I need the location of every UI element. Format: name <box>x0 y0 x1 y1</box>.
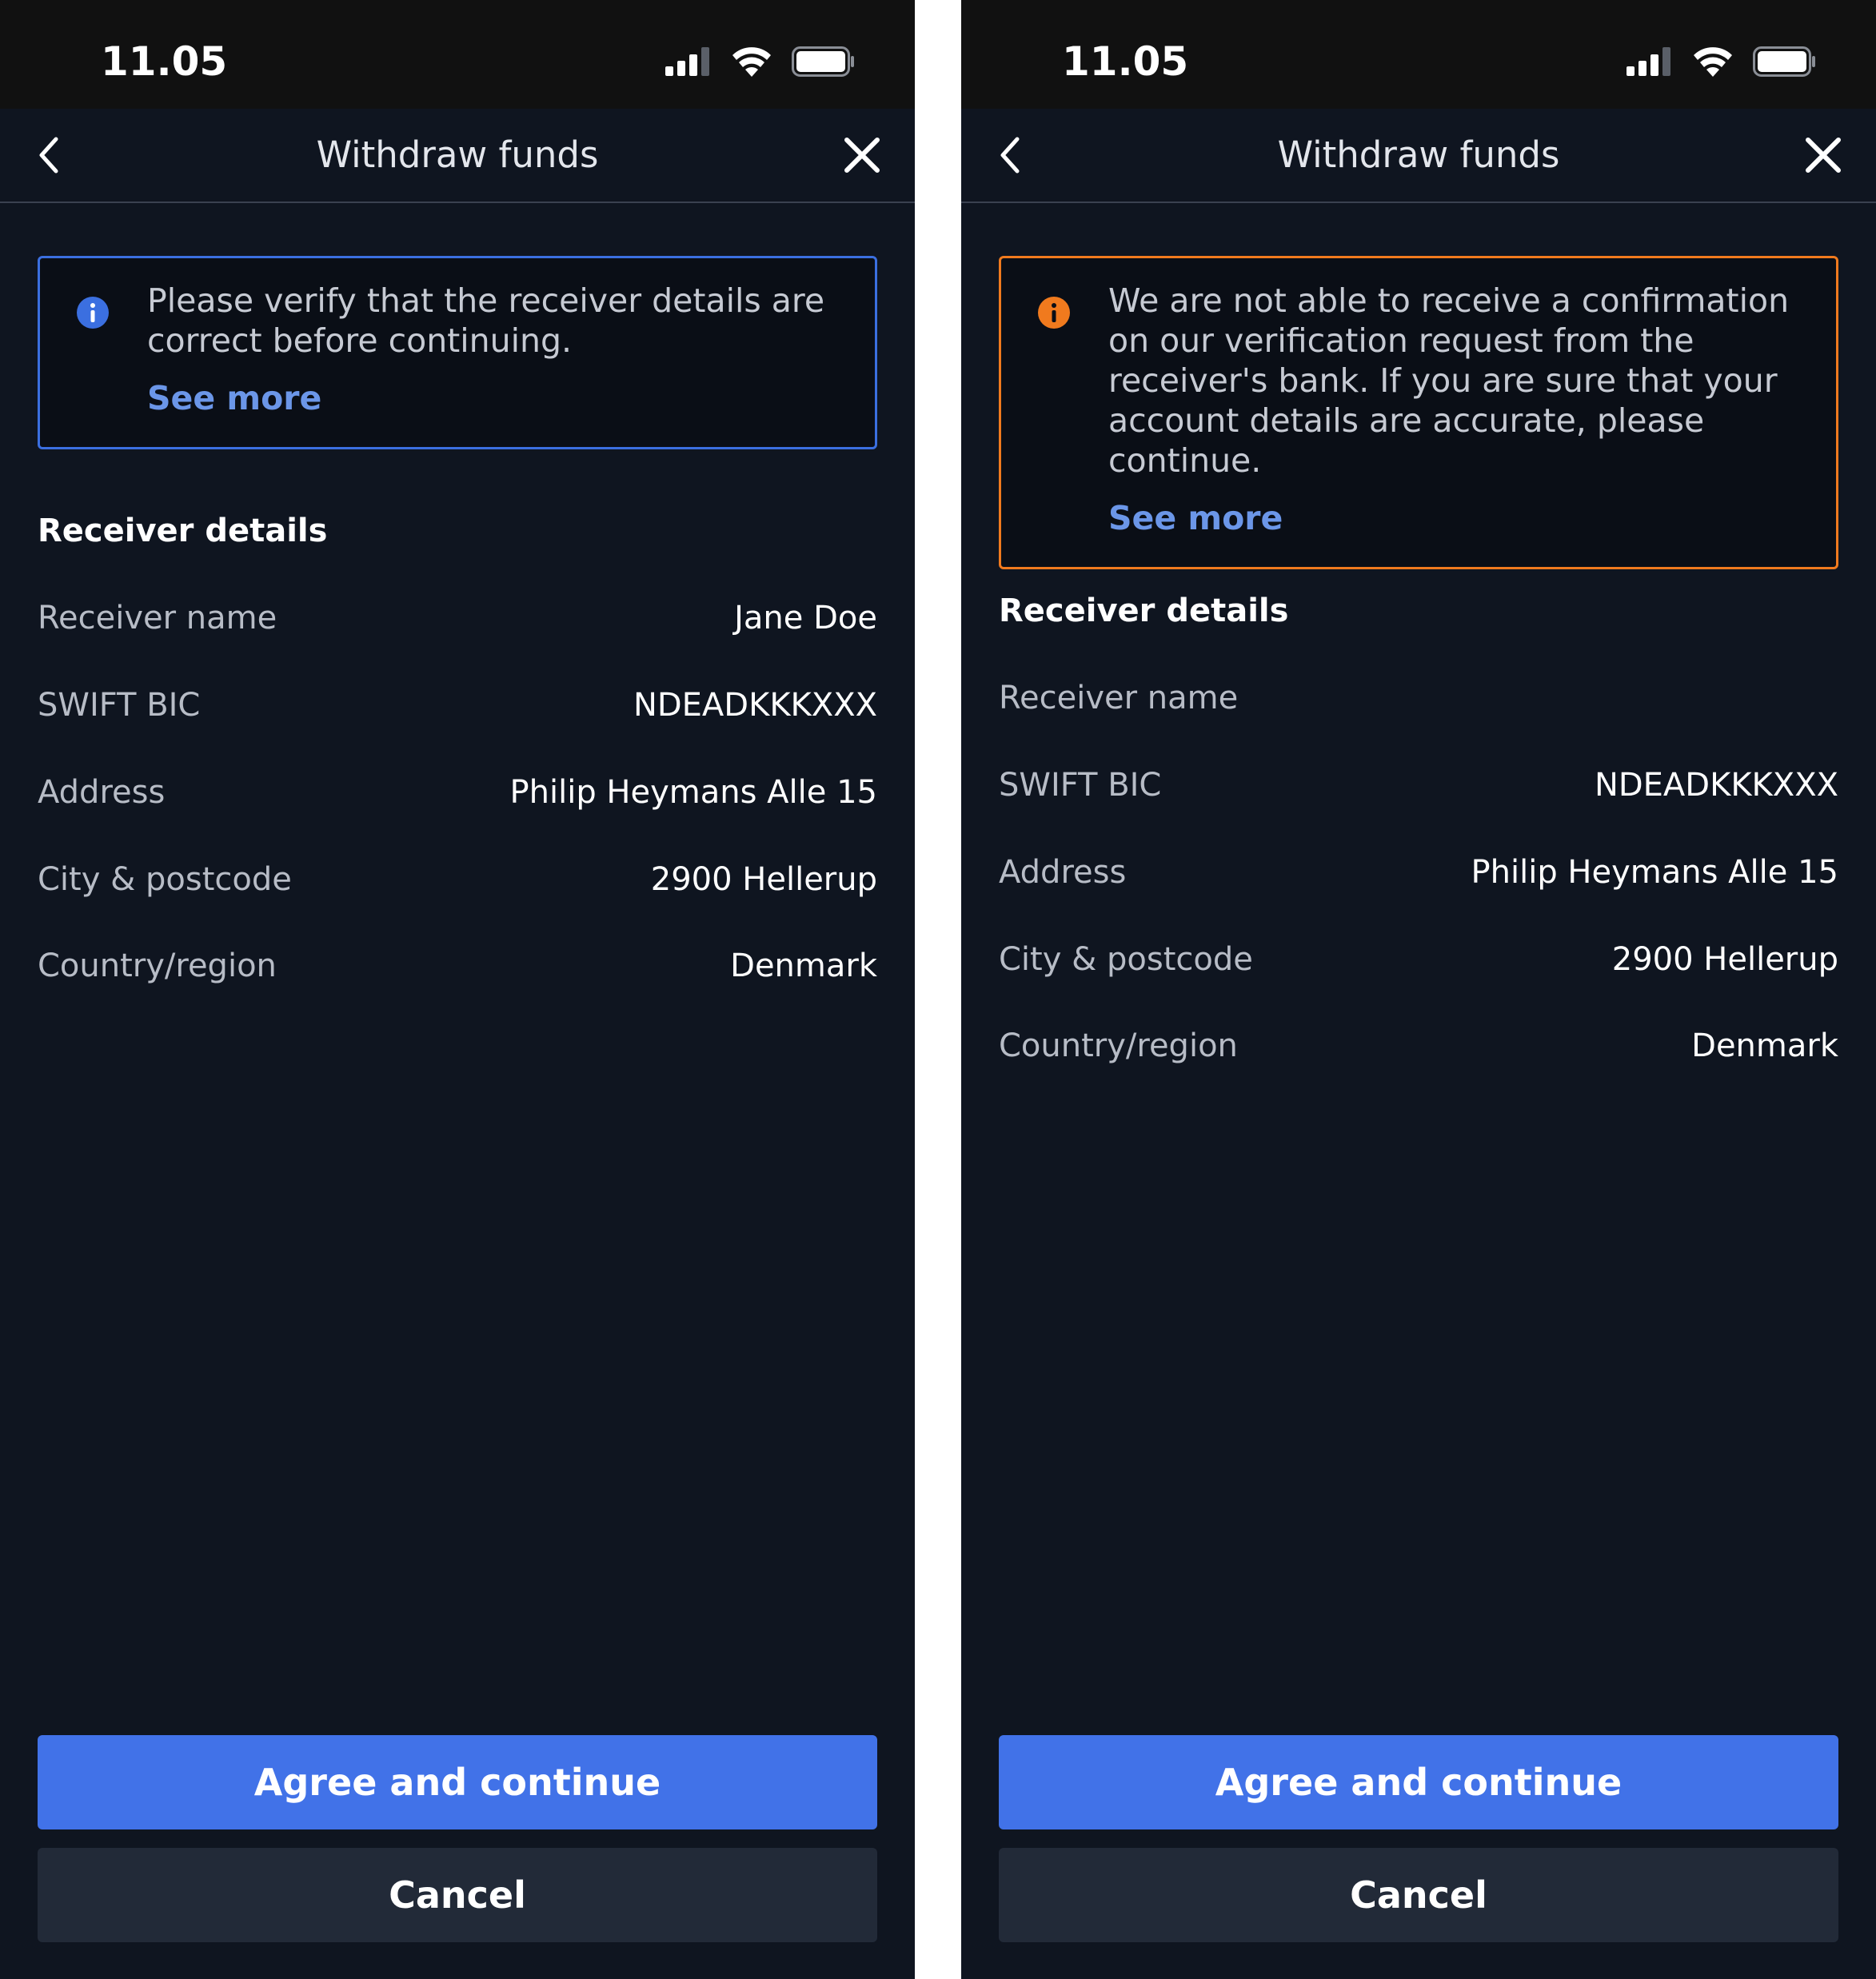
alert-message: Please verify that the receiver details … <box>147 281 825 360</box>
detail-value: Philip Heymans Alle 15 <box>1471 854 1838 891</box>
status-bar: 11.05 <box>961 0 1876 109</box>
wifi-icon <box>1694 47 1732 77</box>
status-icons <box>1627 43 1817 80</box>
phone-screen-info: 11.05 Withdraw funds Please verify that … <box>0 0 915 1979</box>
detail-label: Receiver name <box>38 600 277 636</box>
detail-label: Country/region <box>38 948 277 984</box>
navigation-bar: Withdraw funds <box>961 109 1876 203</box>
detail-value: NDEADKKKXXX <box>1594 767 1838 804</box>
detail-row-swift-bic: SWIFT BIC NDEADKKKXXX <box>38 681 877 729</box>
cancel-button[interactable]: Cancel <box>38 1848 877 1942</box>
detail-row-city-postcode: City & postcode 2900 Hellerup <box>38 856 877 904</box>
status-bar: 11.05 <box>0 0 915 109</box>
close-button[interactable] <box>1801 133 1846 178</box>
detail-value: Jane Doe <box>734 600 877 636</box>
agree-and-continue-button[interactable]: Agree and continue <box>38 1735 877 1829</box>
cellular-signal-icon <box>1627 47 1670 76</box>
detail-value: 2900 Hellerup <box>650 861 877 898</box>
detail-label: City & postcode <box>999 941 1253 978</box>
detail-value: Denmark <box>730 948 877 984</box>
close-icon <box>1806 138 1841 173</box>
page-title: Withdraw funds <box>1277 134 1560 176</box>
detail-label: Address <box>38 774 166 811</box>
detail-value: NDEADKKKXXX <box>633 687 877 724</box>
detail-value: 2900 Hellerup <box>1611 941 1838 978</box>
agree-and-continue-button[interactable]: Agree and continue <box>999 1735 1838 1829</box>
detail-label: Country/region <box>999 1027 1238 1064</box>
warning-info-icon <box>1038 297 1070 329</box>
see-more-link[interactable]: See more <box>147 378 321 418</box>
battery-icon <box>1753 46 1815 77</box>
status-icons <box>665 43 856 80</box>
detail-label: City & postcode <box>38 861 292 898</box>
comparison-screens: 11.05 Withdraw funds Please verify that … <box>0 0 1876 1979</box>
info-alert: Please verify that the receiver details … <box>38 256 877 449</box>
detail-row-country-region: Country/region Denmark <box>999 1022 1838 1070</box>
detail-label: SWIFT BIC <box>999 767 1162 804</box>
phone-screen-warning: 11.05 Withdraw funds We are not able to … <box>961 0 1876 1979</box>
status-time: 11.05 <box>1062 38 1189 85</box>
cancel-button[interactable]: Cancel <box>999 1848 1838 1942</box>
info-icon <box>77 297 109 329</box>
warning-alert: We are not able to receive a confirmatio… <box>999 256 1838 569</box>
close-icon <box>844 138 880 173</box>
detail-label: Receiver name <box>999 680 1239 716</box>
see-more-link[interactable]: See more <box>1108 498 1283 538</box>
detail-value: Philip Heymans Alle 15 <box>509 774 877 811</box>
detail-label: SWIFT BIC <box>38 687 201 724</box>
navigation-bar: Withdraw funds <box>0 109 915 203</box>
battery-icon <box>792 46 854 77</box>
detail-row-address: Address Philip Heymans Alle 15 <box>999 848 1838 896</box>
detail-row-address: Address Philip Heymans Alle 15 <box>38 768 877 816</box>
detail-row-city-postcode: City & postcode 2900 Hellerup <box>999 936 1838 984</box>
detail-value: Denmark <box>1691 1027 1838 1064</box>
wifi-icon <box>732 47 771 77</box>
receiver-details-heading: Receiver details <box>38 513 328 549</box>
detail-row-swift-bic: SWIFT BIC NDEADKKKXXX <box>999 761 1838 809</box>
cellular-signal-icon <box>665 47 709 76</box>
detail-row-receiver-name: Receiver name <box>999 674 1838 722</box>
receiver-details-heading: Receiver details <box>999 593 1289 629</box>
close-button[interactable] <box>840 133 884 178</box>
detail-label: Address <box>999 854 1127 891</box>
detail-row-country-region: Country/region Denmark <box>38 942 877 990</box>
page-title: Withdraw funds <box>316 134 599 176</box>
alert-message: We are not able to receive a confirmatio… <box>1108 281 1790 480</box>
status-time: 11.05 <box>101 38 228 85</box>
detail-row-receiver-name: Receiver name Jane Doe <box>38 594 877 642</box>
